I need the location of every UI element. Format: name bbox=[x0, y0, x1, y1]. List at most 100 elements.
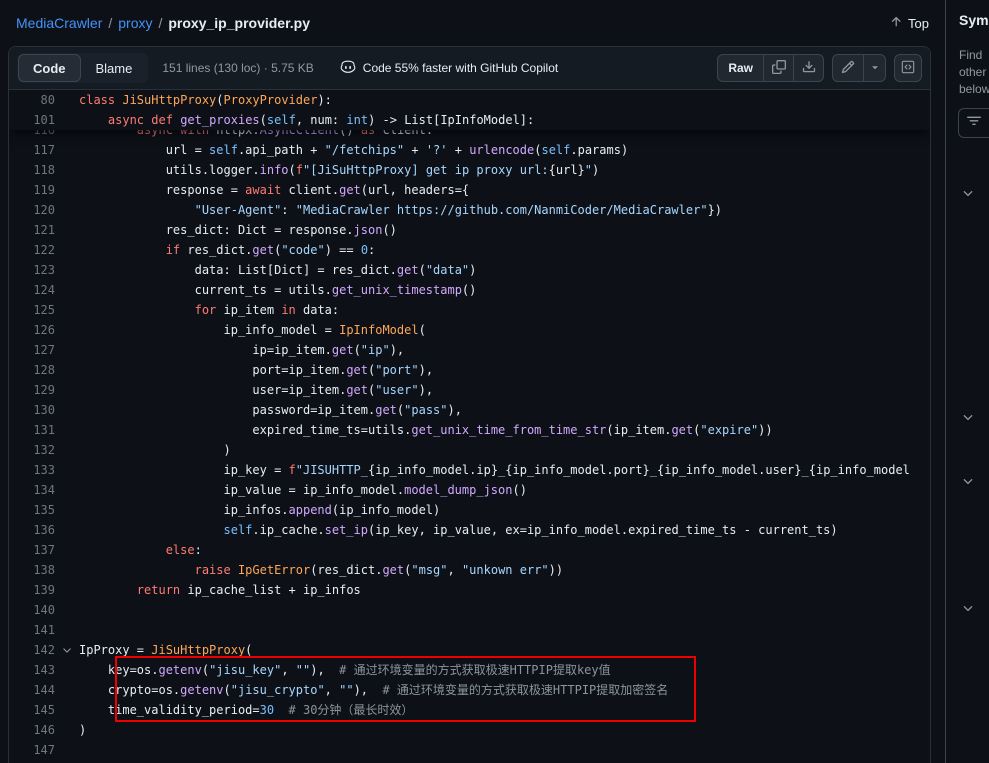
breadcrumb-repo-link[interactable]: MediaCrawler bbox=[16, 15, 102, 31]
code-line: 138 raise IpGetError(res_dict.get("msg",… bbox=[9, 560, 930, 580]
code-line: 137 else: bbox=[9, 540, 930, 560]
code-text: current_ts = utils.get_unix_timestamp() bbox=[79, 280, 476, 300]
line-number[interactable]: 138 bbox=[9, 560, 55, 580]
line-number[interactable]: 125 bbox=[9, 300, 55, 320]
line-number[interactable]: 122 bbox=[9, 240, 55, 260]
line-number[interactable]: 130 bbox=[9, 400, 55, 420]
scroll-to-top-button[interactable]: Top bbox=[889, 15, 929, 32]
fold-gutter bbox=[55, 400, 79, 420]
fold-gutter bbox=[55, 90, 79, 110]
symbol-group-chevron-down-icon[interactable] bbox=[961, 601, 977, 617]
code-text: ) bbox=[79, 720, 86, 740]
copy-raw-button[interactable] bbox=[763, 55, 793, 81]
code-line: 127 ip=ip_item.get("ip"), bbox=[9, 340, 930, 360]
symbols-panel-description: Find other below bbox=[959, 47, 989, 98]
fold-gutter bbox=[55, 620, 79, 640]
symbol-group-chevron-down-icon[interactable] bbox=[961, 186, 977, 202]
line-number[interactable]: 118 bbox=[9, 160, 55, 180]
symbols-filter-input[interactable] bbox=[958, 108, 989, 138]
edit-file-button[interactable] bbox=[833, 55, 863, 81]
code-text: "User-Agent": "MediaCrawler https://gith… bbox=[79, 200, 722, 220]
code-square-icon bbox=[901, 60, 915, 77]
symbol-group-chevron-down-icon[interactable] bbox=[961, 474, 977, 490]
line-number[interactable]: 146 bbox=[9, 720, 55, 740]
line-number[interactable]: 139 bbox=[9, 580, 55, 600]
fold-gutter bbox=[55, 320, 79, 340]
line-number[interactable]: 101 bbox=[9, 110, 55, 130]
symbols-desc-line: other bbox=[959, 64, 989, 81]
copilot-banner-text: Code 55% faster with GitHub Copilot bbox=[363, 61, 558, 75]
line-number[interactable]: 135 bbox=[9, 500, 55, 520]
line-number[interactable]: 144 bbox=[9, 680, 55, 700]
line-number[interactable]: 142 bbox=[9, 640, 55, 660]
line-number[interactable]: 140 bbox=[9, 600, 55, 620]
fold-gutter bbox=[55, 340, 79, 360]
code-line: 124 current_ts = utils.get_unix_timestam… bbox=[9, 280, 930, 300]
edit-dropdown-button[interactable] bbox=[863, 55, 885, 81]
code-line: 129 user=ip_item.get("user"), bbox=[9, 380, 930, 400]
github-code-view: MediaCrawler / proxy / proxy_ip_provider… bbox=[0, 0, 989, 763]
line-number[interactable]: 80 bbox=[9, 90, 55, 110]
symbols-panel-toggle-button[interactable] bbox=[894, 54, 922, 82]
file-content-box: Code Blame 151 lines (130 loc) · 5.75 KB… bbox=[8, 46, 931, 763]
tab-code[interactable]: Code bbox=[18, 54, 81, 82]
code-line: 119 response = await client.get(url, hea… bbox=[9, 180, 930, 200]
code-line: 126 ip_info_model = IpInfoModel( bbox=[9, 320, 930, 340]
line-number[interactable]: 132 bbox=[9, 440, 55, 460]
line-number[interactable]: 127 bbox=[9, 340, 55, 360]
line-number[interactable]: 141 bbox=[9, 620, 55, 640]
code-line: 123 data: List[Dict] = res_dict.get("dat… bbox=[9, 260, 930, 280]
tab-blame[interactable]: Blame bbox=[81, 54, 148, 82]
arrow-up-icon bbox=[889, 15, 903, 32]
code-line: 136 self.ip_cache.set_ip(ip_key, ip_valu… bbox=[9, 520, 930, 540]
symbol-group-chevron-down-icon[interactable] bbox=[961, 410, 977, 426]
copy-icon bbox=[772, 60, 786, 77]
code-line: 134 ip_value = ip_info_model.model_dump_… bbox=[9, 480, 930, 500]
line-number[interactable]: 131 bbox=[9, 420, 55, 440]
breadcrumb-folder-link[interactable]: proxy bbox=[118, 15, 152, 31]
copilot-banner[interactable]: Code 55% faster with GitHub Copilot bbox=[340, 59, 558, 78]
line-number[interactable]: 126 bbox=[9, 320, 55, 340]
code-text: IpProxy = JiSuHttpProxy( bbox=[79, 640, 252, 660]
code-text: crypto=os.getenv("jisu_crypto", ""), # 通… bbox=[79, 680, 668, 700]
breadcrumb-file-name: proxy_ip_provider.py bbox=[168, 15, 310, 31]
line-number[interactable]: 117 bbox=[9, 140, 55, 160]
code-line: 125 for ip_item in data: bbox=[9, 300, 930, 320]
line-number[interactable]: 128 bbox=[9, 360, 55, 380]
code-line: 117 url = self.api_path + "/fetchips" + … bbox=[9, 140, 930, 160]
line-number[interactable]: 137 bbox=[9, 540, 55, 560]
fold-gutter bbox=[55, 160, 79, 180]
raw-button[interactable]: Raw bbox=[718, 55, 763, 81]
code-line: 130 password=ip_item.get("pass"), bbox=[9, 400, 930, 420]
line-number[interactable]: 147 bbox=[9, 740, 55, 760]
fold-gutter bbox=[55, 560, 79, 580]
fold-gutter bbox=[55, 200, 79, 220]
line-number[interactable]: 123 bbox=[9, 260, 55, 280]
line-number[interactable]: 129 bbox=[9, 380, 55, 400]
code-line: 122 if res_dict.get("code") == 0: bbox=[9, 240, 930, 260]
line-number[interactable]: 121 bbox=[9, 220, 55, 240]
code-line: 144 crypto=os.getenv("jisu_crypto", ""),… bbox=[9, 680, 930, 700]
download-raw-button[interactable] bbox=[793, 55, 823, 81]
breadcrumb-nav: MediaCrawler / proxy / proxy_ip_provider… bbox=[16, 15, 310, 31]
line-number[interactable]: 120 bbox=[9, 200, 55, 220]
line-number[interactable]: 134 bbox=[9, 480, 55, 500]
line-number[interactable]: 133 bbox=[9, 460, 55, 480]
code-text: return ip_cache_list + ip_infos bbox=[79, 580, 361, 600]
code-lines: 116 async with httpx.AsyncClient() as cl… bbox=[9, 120, 930, 760]
collapse-chevron-icon[interactable] bbox=[55, 640, 79, 660]
line-number[interactable]: 124 bbox=[9, 280, 55, 300]
code-line: 141 bbox=[9, 620, 930, 640]
line-number[interactable]: 136 bbox=[9, 520, 55, 540]
code-line: 120 "User-Agent": "MediaCrawler https://… bbox=[9, 200, 930, 220]
code-line: 128 port=ip_item.get("port"), bbox=[9, 360, 930, 380]
line-number[interactable]: 143 bbox=[9, 660, 55, 680]
fold-gutter bbox=[55, 600, 79, 620]
fold-gutter bbox=[55, 280, 79, 300]
code-text: url = self.api_path + "/fetchips" + '?' … bbox=[79, 140, 628, 160]
code-text: utils.logger.info(f"[JiSuHttpProxy] get … bbox=[79, 160, 599, 180]
edit-button-group bbox=[832, 54, 886, 82]
line-number[interactable]: 119 bbox=[9, 180, 55, 200]
fold-gutter bbox=[55, 500, 79, 520]
line-number[interactable]: 145 bbox=[9, 700, 55, 720]
